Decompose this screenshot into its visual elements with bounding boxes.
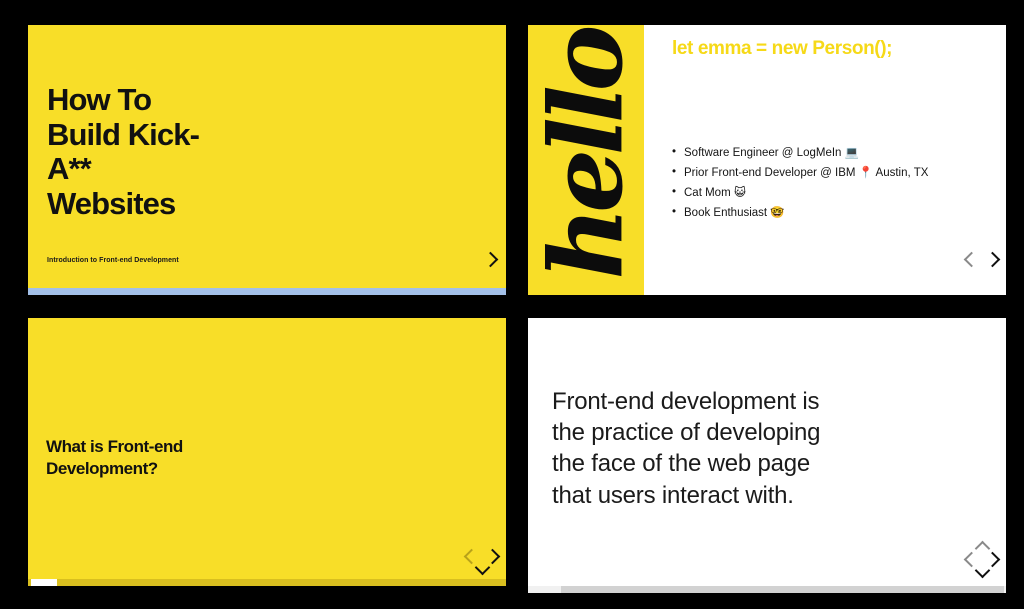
scrollbar-thumb[interactable]: [31, 579, 57, 586]
list-item-suffix: Austin, TX: [872, 167, 929, 179]
hello-script-word: hello: [528, 30, 644, 280]
prev-slide-chevron-icon[interactable]: [963, 251, 980, 268]
list-item: Cat Mom 😺: [672, 183, 928, 203]
nerd-face-icon: 🤓: [770, 205, 785, 219]
down-slide-chevron-icon[interactable]: [474, 559, 491, 576]
page-title: How To Build Kick- A** Websites: [47, 82, 200, 222]
laptop-icon: 💻: [844, 145, 859, 159]
list-item-label: Cat Mom: [684, 187, 734, 199]
page-title: What is Front-end Development?: [46, 437, 183, 478]
slide-navigation: [460, 534, 504, 578]
slide-navigation: [960, 537, 1004, 581]
list-item: Software Engineer @ LogMeIn 💻: [672, 143, 928, 163]
scrollbar-thumb[interactable]: [561, 586, 1004, 593]
prev-slide-chevron-icon[interactable]: [963, 551, 980, 568]
slide-navigation: [960, 237, 1004, 281]
list-item-label: Prior Front-end Developer @ IBM: [684, 167, 859, 179]
slide-deck-grid: How To Build Kick- A** Websites Introduc…: [0, 0, 1024, 609]
next-slide-chevron-icon[interactable]: [484, 548, 501, 565]
next-slide-chevron-icon[interactable]: [984, 551, 1001, 568]
up-slide-chevron-icon[interactable]: [974, 540, 991, 557]
prev-slide-chevron-icon[interactable]: [463, 548, 480, 565]
location-pin-icon: 📍: [858, 165, 873, 179]
list-item: Prior Front-end Developer @ IBM 📍 Austin…: [672, 163, 929, 183]
list-item-label: Book Enthusiast: [684, 207, 771, 219]
next-slide-chevron-icon[interactable]: [984, 251, 1001, 268]
slide-subtitle: Introduction to Front-end Development: [47, 257, 179, 264]
slide-navigation: [458, 237, 502, 281]
definition-slide[interactable]: Front-end development is the practice of…: [528, 318, 1006, 593]
horizontal-scrollbar[interactable]: [28, 288, 506, 295]
about-me-slide[interactable]: hello let emma = new Person(); Software …: [528, 25, 1006, 295]
scrollbar-thumb[interactable]: [28, 288, 506, 295]
horizontal-scrollbar[interactable]: [528, 586, 1006, 593]
list-item-label: Software Engineer @ LogMeIn: [684, 147, 845, 159]
cat-face-icon: 😺: [733, 185, 746, 199]
down-slide-chevron-icon[interactable]: [974, 562, 991, 579]
next-slide-chevron-icon[interactable]: [482, 251, 499, 268]
definition-text: Front-end development is the practice of…: [552, 388, 821, 509]
section-question-slide[interactable]: What is Front-end Development?: [28, 318, 506, 586]
bio-bullet-list: Software Engineer @ LogMeIn 💻 Prior Fron…: [668, 143, 928, 223]
title-slide[interactable]: How To Build Kick- A** Websites Introduc…: [28, 25, 506, 295]
hello-accent-panel: hello: [528, 25, 644, 295]
list-item: Book Enthusiast 🤓: [672, 203, 928, 223]
horizontal-scrollbar[interactable]: [28, 579, 506, 586]
slide-heading: let emma = new Person();: [672, 38, 893, 59]
